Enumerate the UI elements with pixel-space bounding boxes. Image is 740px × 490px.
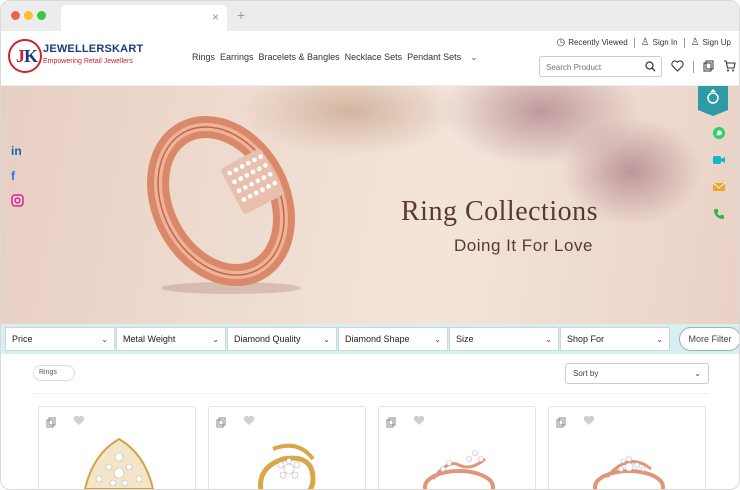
product-grid [38,406,706,489]
cart-icon[interactable] [723,60,736,72]
nav-more-chevron-down-icon[interactable]: ⌄ [470,52,478,63]
browser-tab[interactable]: × [61,5,227,31]
sort-by-select[interactable]: Sort by ⌄ [565,363,709,384]
hero-banner[interactable]: Ring Collections Doing It For Love in f [1,86,739,324]
chevron-down-icon: ⌄ [434,334,441,344]
recently-viewed-link[interactable]: ◷ Recently Viewed [557,37,628,48]
whatsapp-icon[interactable] [712,126,726,140]
more-filter-button[interactable]: More Filter [679,327,739,351]
search-input[interactable] [540,58,640,77]
new-tab-button[interactable]: + [237,7,245,23]
facebook-icon[interactable]: f [11,169,25,183]
site-header: JK JEWELLERSKART Empowering Retail Jewel… [1,31,739,86]
filter-metal-weight[interactable]: Metal Weight ⌄ [116,327,226,351]
banner-title: Ring Collections [401,196,598,227]
close-tab-icon[interactable]: × [212,10,219,24]
brand-tagline: Empowering Retail Jewellers [43,58,133,65]
divider [693,61,694,73]
instagram-icon[interactable] [11,194,25,208]
recently-viewed-label: Recently Viewed [568,38,628,47]
product-image [423,450,495,489]
wishlist-heart-icon[interactable] [413,415,425,426]
ring-image [147,115,301,294]
search-box [539,56,662,77]
product-card[interactable] [378,406,536,489]
wishlist-heart-icon[interactable] [671,60,684,72]
chevron-down-icon: ⌄ [212,334,219,344]
sort-by-label: Sort by [573,369,599,378]
filter-label: Metal Weight [123,334,176,344]
sign-up-link[interactable]: ♙ Sign Up [691,37,731,48]
filter-label: Diamond Shape [345,334,410,344]
browser-window: × + JK JEWELLERSKART Empowering Retail J… [0,0,740,490]
sign-in-label: Sign In [652,38,678,47]
nav-item-earrings[interactable]: Earrings [220,52,254,63]
social-links: in f [11,144,25,208]
main-nav: Rings Earrings Bracelets & Bangles Neckl… [192,52,478,63]
chevron-down-icon: ⌄ [323,334,330,344]
video-call-icon[interactable] [712,153,726,167]
nav-item-necklace-sets[interactable]: Necklace Sets [345,52,403,63]
browser-titlebar: × + [1,1,739,31]
filter-diamond-shape[interactable]: Diamond Shape ⌄ [338,327,448,351]
sign-up-label: Sign Up [702,38,731,47]
sign-in-link[interactable]: ♙ Sign In [641,37,678,48]
ring-badge-ribbon[interactable] [698,86,728,116]
user-icon: ♙ [640,37,650,48]
product-image [593,456,665,489]
close-window-button[interactable] [11,11,20,20]
product-card[interactable] [208,406,366,489]
history-icon: ◷ [556,37,566,48]
compare-icon[interactable] [556,417,566,428]
nav-item-rings[interactable]: Rings [192,52,215,63]
compare-icon[interactable] [46,417,56,428]
chevron-down-icon: ⌄ [545,334,552,344]
phone-icon[interactable] [712,207,726,221]
wishlist-heart-icon[interactable] [583,415,595,426]
divider [683,37,685,48]
email-icon[interactable] [712,180,726,194]
nav-item-pendant-sets[interactable]: Pendant Sets [407,52,461,63]
section-divider [33,393,709,394]
filter-label: Shop For [567,334,605,344]
filter-price[interactable]: Price ⌄ [5,327,115,351]
compare-icon[interactable] [386,417,396,428]
filter-label: Size [456,334,474,344]
brand-name: JEWELLERSKART [43,43,144,55]
compare-icon[interactable] [703,60,714,72]
minimize-window-button[interactable] [24,11,33,20]
site-logo[interactable]: JK JEWELLERSKART Empowering Retail Jewel… [8,39,148,75]
filter-label: Price [12,334,33,344]
logo-mark: JK [8,39,42,73]
filter-label: Diamond Quality [234,334,301,344]
filter-size[interactable]: Size ⌄ [449,327,559,351]
maximize-window-button[interactable] [37,11,46,20]
filter-bar: Price ⌄ Metal Weight ⌄ Diamond Quality ⌄ Di… [1,324,739,354]
contact-side-icons [712,126,726,221]
product-image [258,443,316,489]
chevron-down-icon: ⌄ [656,334,663,344]
divider [633,37,635,48]
header-actions [671,60,736,73]
filter-shop-for[interactable]: Shop For ⌄ [560,327,670,351]
filter-diamond-quality[interactable]: Diamond Quality ⌄ [227,327,337,351]
product-image [83,437,155,489]
banner-subtitle: Doing It For Love [454,236,593,255]
search-icon[interactable] [645,61,656,72]
wishlist-heart-icon[interactable] [243,415,255,426]
product-card[interactable] [548,406,706,489]
chevron-down-icon: ⌄ [101,334,108,344]
linkedin-icon[interactable]: in [11,144,25,158]
wishlist-heart-icon[interactable] [73,415,85,426]
chevron-down-icon: ⌄ [694,369,701,378]
user-add-icon: ♙ [690,37,700,48]
compare-icon[interactable] [216,417,226,428]
account-links: ◷ Recently Viewed ♙ Sign In ♙ Sign Up [557,37,732,48]
product-card[interactable] [38,406,196,489]
active-filter-tag[interactable]: Rings [33,365,75,381]
nav-item-bracelets-bangles[interactable]: Bracelets & Bangles [259,52,340,63]
